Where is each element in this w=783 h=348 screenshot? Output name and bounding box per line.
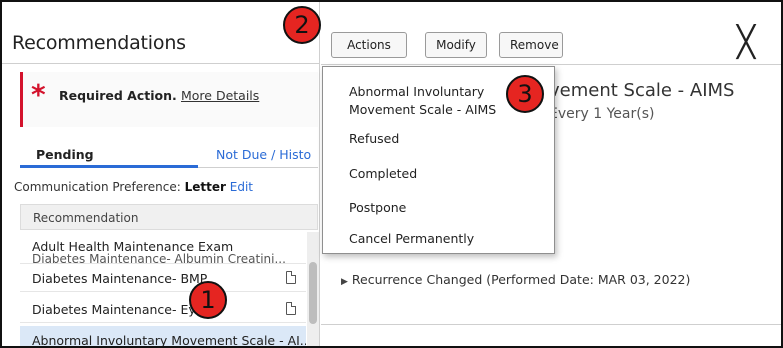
recurrence-changed-expander[interactable]: ▶ Recurrence Changed (Performed Date: MAR… xyxy=(341,272,690,287)
menu-item-aims[interactable]: Abnormal Involuntary Movement Scale - AI… xyxy=(349,83,496,119)
list-scrollbar[interactable] xyxy=(307,232,319,346)
menu-item-completed[interactable]: Completed xyxy=(349,166,417,181)
menu-item-aims-line2: Movement Scale - AIMS xyxy=(349,102,497,117)
menu-item-aims-line1: Abnormal Involuntary xyxy=(349,84,485,99)
menu-item-postpone[interactable]: Postpone xyxy=(349,200,406,215)
more-details-link[interactable]: More Details xyxy=(181,88,259,103)
list-item-label: Abnormal Involuntary Movement Scale - AI… xyxy=(32,333,306,348)
list-item-label: Diabetes Maintenance- Ey xyxy=(32,302,196,317)
document-icon[interactable] xyxy=(286,302,296,315)
required-action-banner: * Required Action. More Details xyxy=(20,72,318,127)
tab-not-due-label: Not Due / Histo xyxy=(216,147,312,162)
modify-button[interactable]: Modify xyxy=(425,32,487,58)
list-item[interactable]: Adult Health Maintenance Exam Diabetes M… xyxy=(20,234,306,264)
column-header-recommendation: Recommendation xyxy=(20,204,318,230)
list-item-sublabel: Diabetes Maintenance- Albumin Creatini..… xyxy=(32,252,286,264)
callout-badge-2: 2 xyxy=(283,6,321,44)
remove-button[interactable]: Remove xyxy=(499,32,563,58)
list-item[interactable]: Diabetes Maintenance- BMP xyxy=(20,264,306,292)
callout-badge-3: 3 xyxy=(506,75,544,113)
panel-title: Recommendations xyxy=(12,32,186,54)
communication-preference: Communication Preference: Letter Edit xyxy=(14,180,253,194)
list-item[interactable]: Diabetes Maintenance- Ey xyxy=(20,295,306,323)
document-icon[interactable] xyxy=(286,271,296,284)
app-window: Recommendations * Required Action. More … xyxy=(0,0,783,348)
required-action-text: Required Action. xyxy=(59,88,177,103)
tab-pending-label: Pending xyxy=(36,147,94,162)
detail-frequency: Every 1 Year(s) xyxy=(549,106,655,122)
close-icon[interactable]: ╳ xyxy=(737,28,755,58)
panel-header: Recommendations xyxy=(2,2,320,64)
communication-edit-link[interactable]: Edit xyxy=(230,180,253,194)
triangle-right-icon: ▶ xyxy=(341,277,348,287)
communication-label: Communication Preference: xyxy=(14,180,181,194)
toolbar-divider xyxy=(321,64,781,65)
detail-title: vement Scale - AIMS xyxy=(549,80,735,101)
communication-value: Letter xyxy=(184,180,226,194)
recommendations-panel: Recommendations * Required Action. More … xyxy=(2,2,320,346)
actions-button-label: Actions xyxy=(347,38,391,52)
scrollbar-thumb[interactable] xyxy=(309,262,317,324)
required-star-icon: * xyxy=(31,78,46,111)
list-item-label: Diabetes Maintenance- BMP xyxy=(32,271,208,286)
menu-item-cancel-permanently[interactable]: Cancel Permanently xyxy=(349,231,474,246)
menu-item-refused[interactable]: Refused xyxy=(349,131,399,146)
callout-badge-1: 1 xyxy=(189,281,227,319)
list-item-selected[interactable]: Abnormal Involuntary Movement Scale - AI… xyxy=(20,326,306,348)
tab-not-due-history[interactable]: Not Due / Histo xyxy=(198,140,318,168)
recurrence-text: Recurrence Changed (Performed Date: MAR … xyxy=(351,272,691,287)
tab-pending[interactable]: Pending xyxy=(20,140,198,168)
section-divider xyxy=(321,324,781,325)
column-header-label: Recommendation xyxy=(33,211,139,225)
actions-button[interactable]: Actions∨ xyxy=(331,32,407,76)
